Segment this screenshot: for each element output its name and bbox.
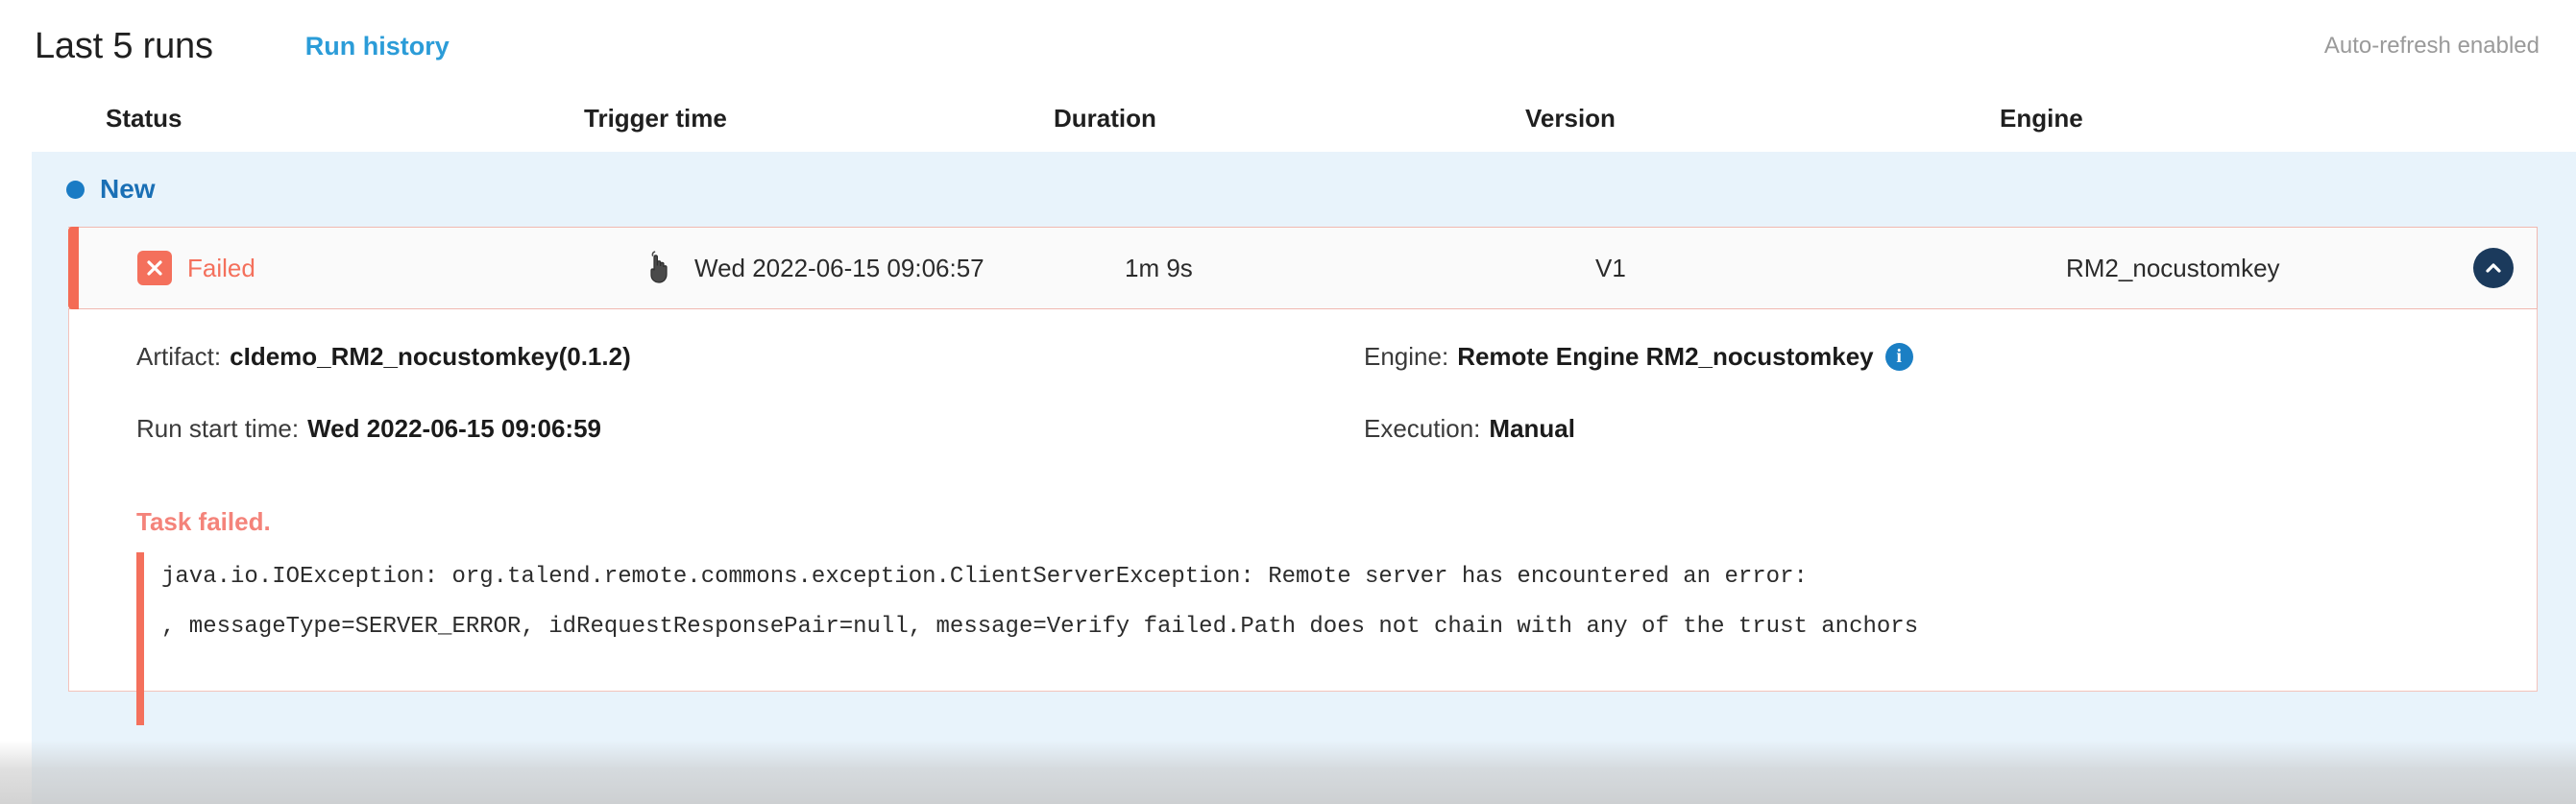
detail-engine: Engine: Remote Engine RM2_nocustomkey i <box>1364 342 1913 372</box>
detail-artifact-label: Artifact: <box>136 342 222 371</box>
error-accent-bar <box>136 552 144 725</box>
pointer-hand-cursor-icon <box>644 250 677 286</box>
column-header-duration: Duration <box>1054 104 1156 133</box>
run-detail-fields: Artifact: cIdemo_RM2_nocustomkey(0.1.2) … <box>69 342 2537 486</box>
table-column-headers: Status Trigger time Duration Version Eng… <box>0 92 2576 152</box>
table-row[interactable]: Failed Wed 2022-06-15 09:06:57 1m 9s V1 … <box>68 227 2538 309</box>
detail-line-1: Artifact: cIdemo_RM2_nocustomkey(0.1.2) … <box>69 342 2537 414</box>
cell-trigger-time: Wed 2022-06-15 09:06:57 <box>644 250 984 286</box>
error-trace-line: java.io.IOException: org.talend.remote.c… <box>161 564 1808 590</box>
auto-refresh-status: Auto-refresh enabled <box>2323 33 2540 59</box>
page-title: Last 5 runs <box>35 25 213 66</box>
status-dot-icon <box>66 180 85 199</box>
column-header-version: Version <box>1525 104 1616 133</box>
run-card: Failed Wed 2022-06-15 09:06:57 1m 9s V1 … <box>68 227 2538 725</box>
detail-run-start-label: Run start time: <box>136 414 300 443</box>
error-trace-block: java.io.IOException: org.talend.remote.c… <box>136 552 2537 725</box>
detail-execution-value: Manual <box>1489 414 1575 443</box>
cell-version: V1 <box>1595 253 1626 282</box>
failed-x-icon <box>137 251 172 285</box>
trigger-time-value: Wed 2022-06-15 09:06:57 <box>694 253 984 282</box>
detail-engine-label: Engine: <box>1364 342 1449 371</box>
column-header-trigger-time: Trigger time <box>584 104 727 133</box>
detail-execution-label: Execution: <box>1364 414 1481 443</box>
detail-artifact: Artifact: cIdemo_RM2_nocustomkey(0.1.2) <box>136 342 631 372</box>
detail-run-start-time: Run start time: Wed 2022-06-15 09:06:59 <box>136 414 601 444</box>
info-icon[interactable]: i <box>1884 343 1913 371</box>
run-detail-panel: Artifact: cIdemo_RM2_nocustomkey(0.1.2) … <box>68 309 2538 725</box>
detail-engine-value: Remote Engine RM2_nocustomkey <box>1457 342 1874 371</box>
run-group-header: New <box>32 152 2576 227</box>
run-history-panel: Last 5 runs Run history Auto-refresh ena… <box>0 0 2576 804</box>
run-history-link[interactable]: Run history <box>305 32 450 61</box>
panel-header: Last 5 runs Run history Auto-refresh ena… <box>0 0 2576 92</box>
error-trace-line: , messageType=SERVER_ERROR, idRequestRes… <box>161 614 1919 640</box>
cell-engine: RM2_nocustomkey <box>2066 253 2280 282</box>
detail-execution: Execution: Manual <box>1364 414 1575 444</box>
chevron-up-icon[interactable] <box>2473 248 2514 288</box>
detail-line-2: Run start time: Wed 2022-06-15 09:06:59 … <box>69 414 2537 486</box>
cell-duration: 1m 9s <box>1125 253 1193 282</box>
error-heading: Task failed. <box>136 507 271 536</box>
column-header-status: Status <box>106 104 182 133</box>
status-badge: Failed <box>187 253 255 282</box>
column-header-engine: Engine <box>2000 104 2083 133</box>
run-group-new: New Failed Wed 2022-06-15 09:06:57 1m 9s… <box>32 152 2576 804</box>
detail-artifact-value: cIdemo_RM2_nocustomkey(0.1.2) <box>230 342 631 371</box>
detail-run-start-value: Wed 2022-06-15 09:06:59 <box>307 414 601 443</box>
cell-status: Failed <box>137 251 255 285</box>
run-group-label: New <box>100 174 156 204</box>
